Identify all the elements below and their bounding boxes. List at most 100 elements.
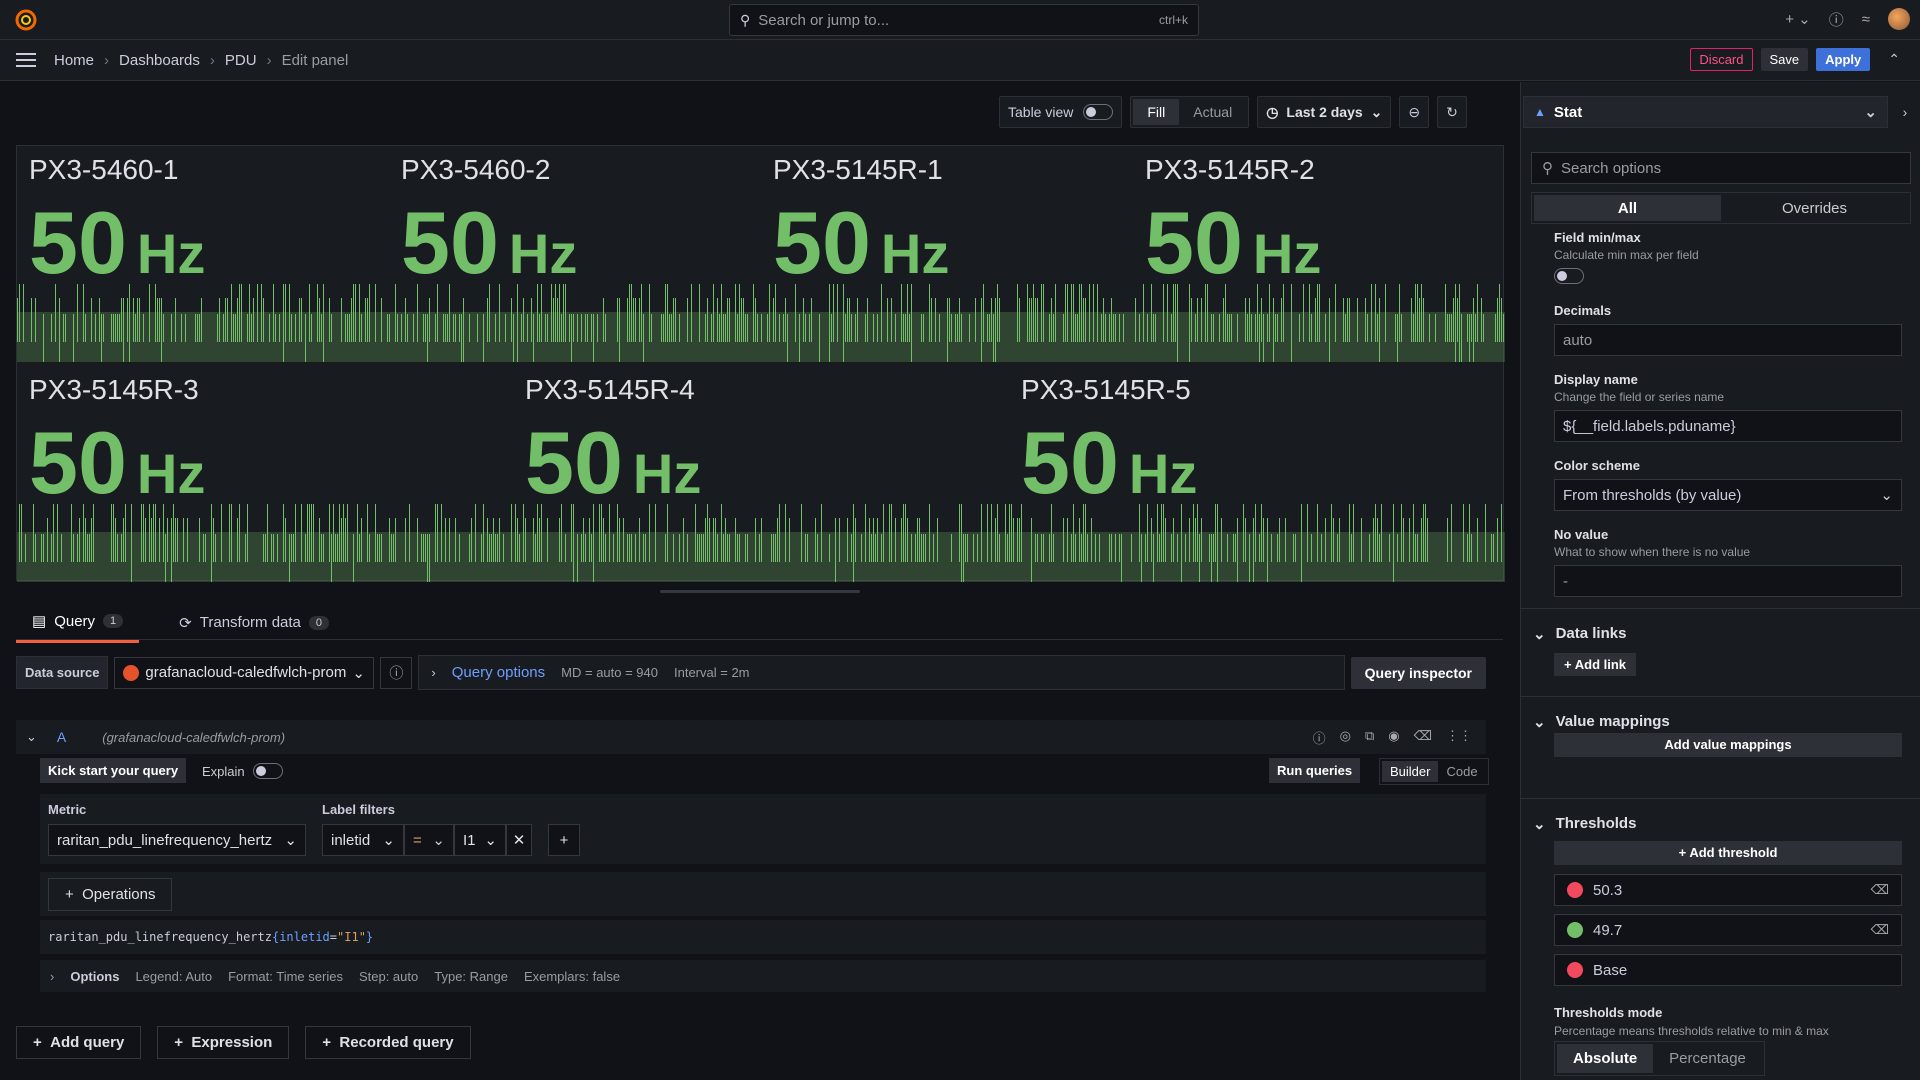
query-options-link[interactable]: Query options bbox=[452, 664, 545, 681]
sparkline-tick bbox=[233, 314, 234, 342]
table-view-toggle[interactable]: Table view bbox=[999, 96, 1123, 128]
label-value-select[interactable]: I1 ⌄ bbox=[454, 824, 506, 856]
breadcrumb-dashboards[interactable]: Dashboards bbox=[119, 52, 200, 69]
sparkline-tick bbox=[1399, 284, 1400, 342]
sparkline-tick bbox=[1151, 518, 1152, 562]
add-expression-button[interactable]: + Expression bbox=[157, 1026, 290, 1059]
sparkline-tick bbox=[1175, 284, 1176, 342]
tab-all[interactable]: All bbox=[1534, 195, 1721, 221]
code-option[interactable]: Code bbox=[1438, 761, 1485, 782]
threshold-item[interactable]: 49.7 ⌫ bbox=[1554, 914, 1902, 946]
sparkline bbox=[761, 284, 1133, 362]
collapse-icon[interactable]: ⌄ bbox=[26, 729, 37, 745]
threshold-color-swatch[interactable] bbox=[1567, 882, 1583, 898]
sparkline-tick bbox=[591, 314, 592, 342]
time-range-picker[interactable]: ◷ Last 2 days ⌄ bbox=[1257, 96, 1392, 128]
query-inspector-button[interactable]: Query inspector bbox=[1350, 656, 1486, 689]
discard-button[interactable]: Discard bbox=[1690, 48, 1753, 71]
zoom-out-button[interactable]: ⊖ bbox=[1399, 96, 1430, 128]
global-search-input[interactable]: ⚲ Search or jump to... ctrl+k bbox=[729, 4, 1199, 36]
drag-handle-icon[interactable]: ⋮⋮ bbox=[1446, 728, 1472, 747]
decimals-input[interactable]: auto bbox=[1554, 324, 1902, 356]
mode-percentage[interactable]: Percentage bbox=[1653, 1044, 1762, 1073]
stat-value: 50 Hz bbox=[1021, 413, 1198, 512]
operations-button[interactable]: + Operations bbox=[48, 878, 173, 911]
label-operator-select[interactable]: = ⌄ bbox=[404, 824, 454, 856]
trash-icon[interactable]: ⌫ bbox=[1871, 922, 1889, 938]
toggle-switch[interactable] bbox=[1083, 104, 1114, 120]
sparkline bbox=[1009, 504, 1505, 582]
metric-select[interactable]: raritan_pdu_linefrequency_hertz ⌄ bbox=[48, 824, 306, 856]
label-key-select[interactable]: inletid ⌄ bbox=[322, 824, 404, 856]
add-filter-button[interactable]: + bbox=[548, 824, 580, 856]
remove-filter-button[interactable]: ✕ bbox=[506, 824, 532, 856]
visualization-picker[interactable]: ▲ Stat ⌄ bbox=[1523, 96, 1888, 128]
save-button[interactable]: Save bbox=[1760, 48, 1809, 71]
tab-query[interactable]: ▤ Query 1 bbox=[16, 608, 140, 643]
datasource-help-button[interactable]: ⓘ bbox=[380, 656, 413, 689]
toggle-switch[interactable] bbox=[252, 763, 283, 779]
news-feed-icon[interactable]: ≈ bbox=[1862, 11, 1870, 28]
datasource-picker[interactable]: grafanacloud-caledfwlch-prom ⌄ bbox=[114, 656, 375, 689]
eye-icon[interactable]: ◉ bbox=[1388, 728, 1399, 747]
collapse-pane-button[interactable]: › bbox=[1891, 96, 1919, 128]
actual-option[interactable]: Actual bbox=[1179, 99, 1246, 125]
refresh-button[interactable]: ↻ bbox=[1437, 96, 1467, 128]
sparkline-tick bbox=[831, 314, 832, 342]
menu-icon[interactable] bbox=[16, 53, 36, 67]
threshold-color-swatch[interactable] bbox=[1567, 962, 1583, 978]
builder-option[interactable]: Builder bbox=[1382, 761, 1439, 782]
run-queries-button[interactable]: Run queries bbox=[1269, 758, 1361, 783]
sparkline-tick bbox=[743, 298, 744, 342]
add-link-button[interactable]: + Add link bbox=[1554, 653, 1637, 676]
threshold-color-swatch[interactable] bbox=[1567, 922, 1583, 938]
sparkline-tick bbox=[239, 504, 240, 562]
breadcrumb-current: Edit panel bbox=[281, 51, 349, 69]
data-links-header[interactable]: ⌄ Data links bbox=[1533, 625, 1626, 643]
help-icon[interactable]: ⓘ bbox=[1313, 728, 1326, 747]
trash-icon[interactable]: ⌫ bbox=[1871, 882, 1889, 898]
mode-absolute[interactable]: Absolute bbox=[1557, 1044, 1654, 1073]
options-search-input[interactable]: ⚲ Search options bbox=[1531, 152, 1911, 184]
fill-option[interactable]: Fill bbox=[1133, 99, 1180, 125]
no-value-input[interactable]: - bbox=[1554, 565, 1902, 597]
value-mappings-header[interactable]: ⌄ Value mappings bbox=[1533, 713, 1670, 731]
add-value-mappings-button[interactable]: Add value mappings bbox=[1554, 733, 1902, 757]
query-options-line[interactable]: › Options Legend: Auto Format: Time seri… bbox=[40, 960, 1486, 992]
query-options-bar[interactable]: › Query options MD = auto = 940 Interval… bbox=[418, 655, 1345, 690]
query-ref-id[interactable]: A bbox=[57, 729, 66, 745]
tab-overrides[interactable]: Overrides bbox=[1721, 195, 1908, 221]
sparkline-tick bbox=[309, 284, 310, 342]
add-query-button[interactable]: + Add query bbox=[16, 1026, 142, 1059]
tab-transform[interactable]: ⟳ Transform data 0 bbox=[163, 608, 345, 643]
add-threshold-button[interactable]: + Add threshold bbox=[1554, 841, 1902, 865]
help-icon[interactable]: ⓘ bbox=[1829, 9, 1844, 30]
user-avatar[interactable] bbox=[1888, 8, 1910, 30]
breadcrumb-pdu[interactable]: PDU bbox=[225, 52, 257, 69]
query-tabs: ▤ Query 1 ⟳ Transform data 0 bbox=[16, 608, 345, 643]
resize-handle[interactable] bbox=[660, 590, 860, 593]
field-minmax-toggle[interactable] bbox=[1554, 268, 1584, 284]
kick-start-button[interactable]: Kick start your query bbox=[40, 758, 187, 783]
chevron-right-icon: › bbox=[1902, 104, 1908, 120]
filter-icon[interactable]: ◎ bbox=[1340, 728, 1351, 747]
clock-icon: ◷ bbox=[1266, 103, 1279, 120]
trash-icon[interactable]: ⌫ bbox=[1414, 728, 1432, 747]
color-scheme-select[interactable]: From thresholds (by value) ⌄ bbox=[1554, 479, 1902, 511]
apply-button[interactable]: Apply bbox=[1816, 48, 1871, 71]
thresholds-header[interactable]: ⌄ Thresholds bbox=[1533, 815, 1636, 833]
sparkline-tick bbox=[639, 298, 640, 342]
chevron-up-icon[interactable]: ⌃ bbox=[1888, 51, 1900, 68]
add-recorded-query-button[interactable]: + Recorded query bbox=[305, 1026, 471, 1059]
sparkline-tick bbox=[1201, 518, 1202, 562]
add-new-icon[interactable]: + ⌄ bbox=[1785, 10, 1811, 28]
display-name-input[interactable]: ${__field.labels.pduname} bbox=[1554, 410, 1902, 442]
threshold-item[interactable]: 50.3 ⌫ bbox=[1554, 874, 1902, 906]
sparkline-tick bbox=[329, 504, 330, 562]
breadcrumb-home[interactable]: Home bbox=[54, 52, 94, 69]
sparkline-tick bbox=[691, 284, 692, 342]
explain-toggle[interactable]: Explain bbox=[202, 763, 283, 779]
duplicate-icon[interactable]: ⧉ bbox=[1365, 728, 1374, 747]
chevron-down-icon: ⌄ bbox=[1864, 104, 1877, 121]
grafana-logo-icon[interactable] bbox=[14, 8, 38, 32]
